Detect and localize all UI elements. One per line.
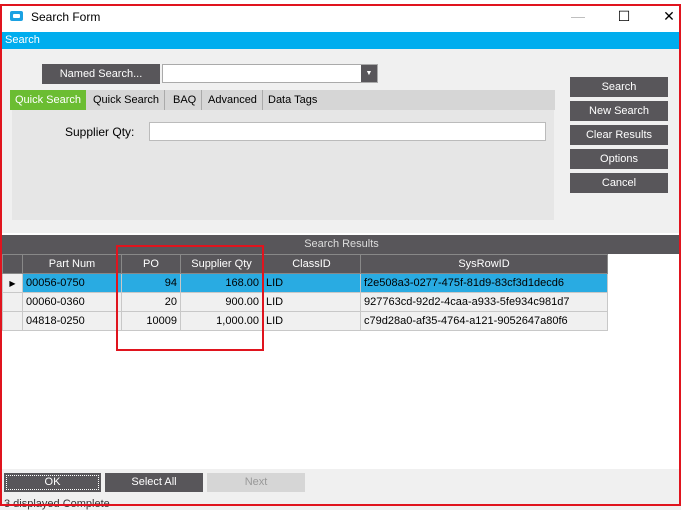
cell-sysrowid[interactable]: c79d28a0-af35-4764-a121-9052647a80f6 <box>360 311 608 331</box>
window-title: Search Form <box>31 10 101 24</box>
cell-part-num[interactable]: 00056-0750 <box>22 273 122 293</box>
supplier-qty-input[interactable] <box>149 122 546 141</box>
named-search-button[interactable]: Named Search... <box>42 64 160 84</box>
tab-advanced[interactable]: Advanced <box>203 90 263 110</box>
named-search-combo[interactable]: ▼ <box>162 64 378 83</box>
row-indicator-header <box>2 254 23 274</box>
next-button[interactable]: Next <box>207 473 305 492</box>
ok-button[interactable]: OK <box>4 473 101 492</box>
col-part-num[interactable]: Part Num <box>22 254 122 274</box>
tab-bar: Quick Search Quick Search BAQ Advanced D… <box>10 90 555 110</box>
cell-sysrowid[interactable]: 927763cd-92d2-4caa-a933-5fe934c981d7 <box>360 292 608 312</box>
table-row[interactable]: ▶ 00056-0750 94 168.00 LID f2e508a3-0277… <box>2 273 608 293</box>
results-table: Part Num PO Supplier Qty ClassID SysRowI… <box>2 254 608 331</box>
header-row: Part Num PO Supplier Qty ClassID SysRowI… <box>2 254 608 274</box>
supplier-qty-label: Supplier Qty: <box>65 125 135 139</box>
new-search-button[interactable]: New Search <box>570 101 668 121</box>
table-row[interactable]: 00060-0360 20 900.00 LID 927763cd-92d2-4… <box>2 292 608 312</box>
clear-results-button[interactable]: Clear Results <box>570 125 668 145</box>
maximize-button[interactable]: ☐ <box>609 6 639 26</box>
highlight-annotation <box>116 245 264 351</box>
cell-sysrowid[interactable]: f2e508a3-0277-475f-81d9-83cf3d1decd6 <box>360 273 608 293</box>
close-button[interactable]: ✕ <box>654 6 681 26</box>
cell-classid[interactable]: LID <box>262 273 361 293</box>
row-pointer-icon: ▶ <box>2 273 23 293</box>
tab-baq[interactable]: BAQ <box>168 90 203 110</box>
results-title: Search Results <box>2 235 681 254</box>
tab-quick-search[interactable]: Quick Search <box>88 90 166 110</box>
row-indicator <box>2 311 23 331</box>
search-button[interactable]: Search <box>570 77 668 97</box>
table-row[interactable]: 04818-0250 10009 1,000.00 LID c79d28a0-a… <box>2 311 608 331</box>
cell-classid[interactable]: LID <box>262 311 361 331</box>
status-text: 3 displayed Complete <box>4 498 110 510</box>
options-button[interactable]: Options <box>570 149 668 169</box>
cancel-button[interactable]: Cancel <box>570 173 668 193</box>
select-all-button[interactable]: Select All <box>105 473 203 492</box>
col-classid[interactable]: ClassID <box>262 254 361 274</box>
minimize-button[interactable]: — <box>563 6 593 26</box>
row-indicator <box>2 292 23 312</box>
cell-part-num[interactable]: 00060-0360 <box>22 292 122 312</box>
chevron-down-icon[interactable]: ▼ <box>361 65 377 82</box>
app-icon <box>10 11 23 21</box>
tab-data-tags[interactable]: Data Tags <box>263 90 322 110</box>
tab-quick-search-active[interactable]: Quick Search <box>10 90 87 110</box>
cell-part-num[interactable]: 04818-0250 <box>22 311 122 331</box>
cell-classid[interactable]: LID <box>262 292 361 312</box>
col-sysrowid[interactable]: SysRowID <box>360 254 608 274</box>
search-banner: Search <box>2 32 681 49</box>
